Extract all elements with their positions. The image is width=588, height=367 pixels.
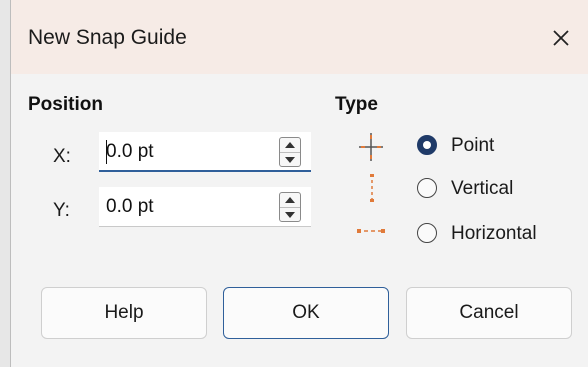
text-caret [106, 140, 107, 164]
x-input[interactable] [106, 139, 266, 165]
radio-vertical[interactable] [417, 178, 437, 198]
x-spin-field[interactable] [99, 132, 311, 172]
radio-point[interactable] [417, 135, 437, 155]
arrow-down-icon [285, 157, 295, 163]
x-label: X: [53, 146, 71, 167]
dialog-title: New Snap Guide [28, 26, 187, 49]
x-spinner[interactable] [279, 137, 301, 167]
ok-button[interactable]: OK [223, 287, 389, 339]
y-increment-button[interactable] [280, 193, 300, 207]
radio-label-point[interactable]: Point [451, 135, 494, 157]
position-heading: Position [28, 94, 103, 115]
radio-horizontal[interactable] [417, 223, 437, 243]
arrow-up-icon [285, 142, 295, 148]
y-decrement-button[interactable] [280, 207, 300, 222]
y-spinner[interactable] [279, 192, 301, 222]
close-button[interactable] [539, 16, 583, 60]
point-guide-icon [359, 133, 383, 161]
y-input[interactable] [106, 194, 266, 220]
x-increment-button[interactable] [280, 138, 300, 152]
y-label: Y: [53, 200, 70, 221]
horizontal-guide-icon [357, 229, 385, 233]
arrow-up-icon [285, 197, 295, 203]
vertical-guide-icon [370, 174, 374, 202]
title-bar: New Snap Guide [11, 0, 588, 74]
cancel-button-label: Cancel [459, 302, 519, 323]
help-button-label: Help [104, 302, 144, 323]
ok-button-label: OK [292, 302, 320, 323]
help-button[interactable]: Help [41, 287, 207, 339]
x-decrement-button[interactable] [280, 152, 300, 167]
cancel-button[interactable]: Cancel [406, 287, 572, 339]
snap-guide-dialog: New Snap Guide Position X: Y: [10, 0, 588, 367]
y-spin-field[interactable] [99, 187, 311, 227]
type-heading: Type [335, 94, 378, 115]
close-icon [553, 30, 569, 46]
arrow-down-icon [285, 212, 295, 218]
radio-label-vertical[interactable]: Vertical [451, 178, 513, 200]
radio-label-horizontal[interactable]: Horizontal [451, 223, 537, 245]
